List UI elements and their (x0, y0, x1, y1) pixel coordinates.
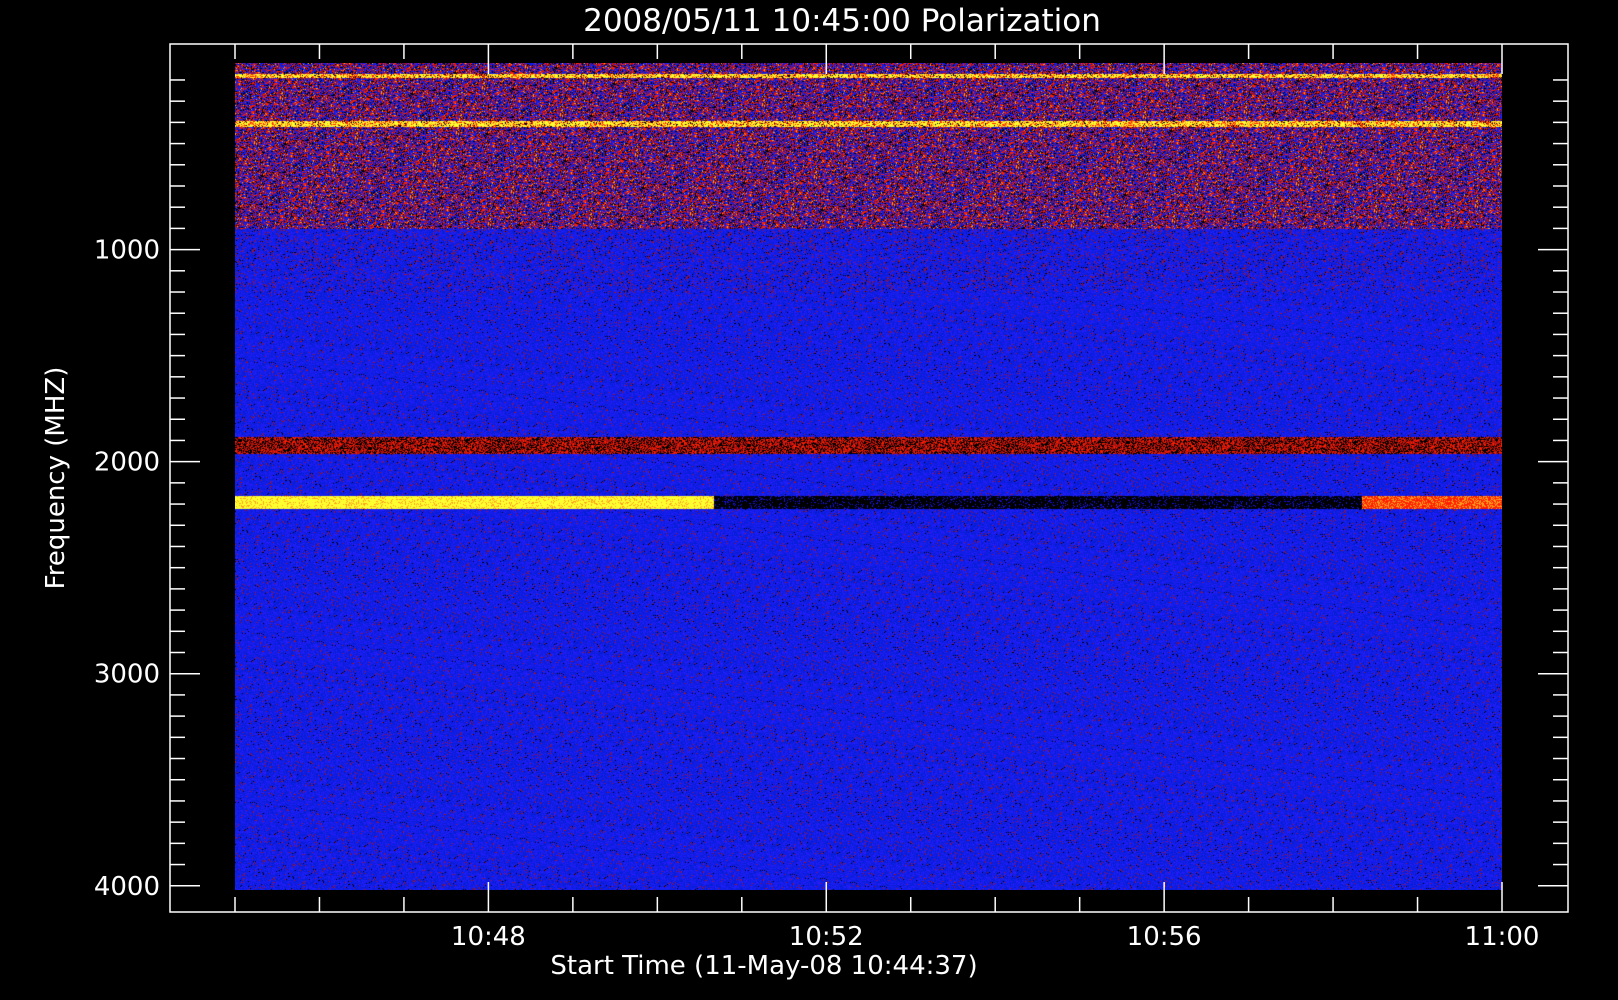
y-axis-title: Frequency (MHZ) (41, 367, 71, 590)
x-tick-label: 11:00 (1465, 922, 1540, 952)
chart-title: 2008/05/11 10:45:00 Polarization (583, 3, 1101, 39)
y-tick-label: 4000 (94, 872, 160, 902)
spectrogram-figure: 2008/05/11 10:45:00 Polarization 1000 200… (41, 3, 1569, 981)
x-tick-label: 10:52 (789, 922, 864, 952)
y-tick-label: 1000 (94, 236, 160, 266)
x-tick-label: 10:56 (1127, 922, 1202, 952)
x-axis-title: Start Time (11-May-08 10:44:37) (550, 951, 977, 981)
x-tick-label: 10:48 (451, 922, 526, 952)
y-tick-label: 3000 (94, 660, 160, 690)
spectrogram-image (235, 63, 1502, 890)
y-tick-label: 2000 (94, 448, 160, 478)
